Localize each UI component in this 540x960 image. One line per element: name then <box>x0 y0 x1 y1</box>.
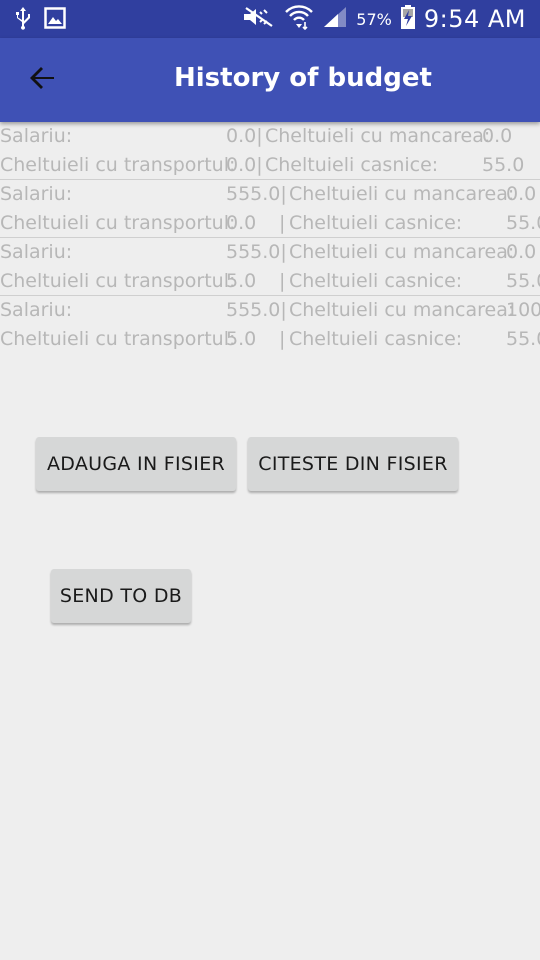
salary-value: 0.0| <box>226 125 263 147</box>
salary-label: Salariu: <box>0 299 73 321</box>
food-label: Cheltuieli cu mancarea: <box>289 241 515 263</box>
read-from-file-button[interactable]: CITESTE DIN FISIER <box>248 437 458 491</box>
usb-icon <box>14 6 32 34</box>
status-bar: 57% 9:54 AM <box>0 0 540 38</box>
transport-value: 0.0| <box>226 154 263 176</box>
list-item[interactable]: Salariu: 555.0| Cheltuieli cu mancarea: … <box>0 180 540 238</box>
household-value: 55.0 <box>506 212 540 234</box>
transport-label: Cheltuieli cu transportul: <box>0 154 236 176</box>
toolbar: History of budget <box>0 38 540 122</box>
battery-charging-icon <box>400 4 416 34</box>
salary-value: 555.0| <box>226 299 287 321</box>
household-label: Cheltuieli casnice: <box>265 154 439 176</box>
list-item[interactable]: Salariu: 555.0| Cheltuieli cu mancarea: … <box>0 238 540 296</box>
record-line-1: Salariu: 555.0| Cheltuieli cu mancarea: … <box>0 180 540 209</box>
transport-value: 0.0 <box>226 212 257 234</box>
transport-label: Cheltuieli cu transportul: <box>0 328 236 350</box>
food-label: Cheltuieli cu mancarea: <box>265 125 491 147</box>
gallery-icon <box>44 7 66 33</box>
record-line-2: Cheltuieli cu transportul: 5.0 | Cheltui… <box>0 267 540 296</box>
salary-label: Salariu: <box>0 125 73 147</box>
transport-value: 5.0 <box>226 270 257 292</box>
salary-value: 555.0| <box>226 183 287 205</box>
separator: | <box>279 270 286 292</box>
food-value: 0.0 <box>482 125 513 147</box>
household-value: 55.0 <box>506 328 540 350</box>
add-to-file-button[interactable]: ADAUGA IN FISIER <box>36 437 236 491</box>
household-value: 55.0 <box>482 154 525 176</box>
record-line-2: Cheltuieli cu transportul: 0.0| Cheltuie… <box>0 151 540 180</box>
record-line-2: Cheltuieli cu transportul: 5.0 | Cheltui… <box>0 325 540 354</box>
battery-percent: 57% <box>356 9 392 29</box>
household-label: Cheltuieli casnice: <box>289 328 463 350</box>
household-value: 55.0 <box>506 270 540 292</box>
record-line-1: Salariu: 0.0| Cheltuieli cu mancarea: 0.… <box>0 122 540 151</box>
record-line-1: Salariu: 555.0| Cheltuieli cu mancarea: … <box>0 238 540 267</box>
back-button[interactable] <box>22 60 62 100</box>
list-item[interactable]: Salariu: 555.0| Cheltuieli cu mancarea: … <box>0 296 540 354</box>
food-value: 100 <box>506 299 540 321</box>
salary-label: Salariu: <box>0 241 73 263</box>
record-line-2: Cheltuieli cu transportul: 0.0 | Cheltui… <box>0 209 540 238</box>
salary-value: 555.0| <box>226 241 287 263</box>
food-label: Cheltuieli cu mancarea: <box>289 299 515 321</box>
household-label: Cheltuieli casnice: <box>289 212 463 234</box>
arrow-back-icon <box>28 64 56 96</box>
wifi-icon <box>284 4 314 34</box>
food-label: Cheltuieli cu mancarea: <box>289 183 515 205</box>
transport-value: 5.0 <box>226 328 257 350</box>
send-to-db-button[interactable]: SEND TO DB <box>51 569 191 623</box>
clock: 9:54 AM <box>423 5 526 33</box>
mute-icon <box>242 6 276 32</box>
separator: | <box>279 328 286 350</box>
transport-label: Cheltuieli cu transportul: <box>0 212 236 234</box>
separator: | <box>279 212 286 234</box>
food-value: 0.0 <box>506 241 537 263</box>
signal-icon <box>322 5 348 33</box>
list-item[interactable]: Salariu: 0.0| Cheltuieli cu mancarea: 0.… <box>0 122 540 180</box>
record-line-1: Salariu: 555.0| Cheltuieli cu mancarea: … <box>0 296 540 325</box>
food-value: 0.0 <box>506 183 537 205</box>
household-label: Cheltuieli casnice: <box>289 270 463 292</box>
history-list[interactable]: Salariu: 0.0| Cheltuieli cu mancarea: 0.… <box>0 122 540 354</box>
page-title: History of budget <box>174 63 432 93</box>
salary-label: Salariu: <box>0 183 73 205</box>
transport-label: Cheltuieli cu transportul: <box>0 270 236 292</box>
